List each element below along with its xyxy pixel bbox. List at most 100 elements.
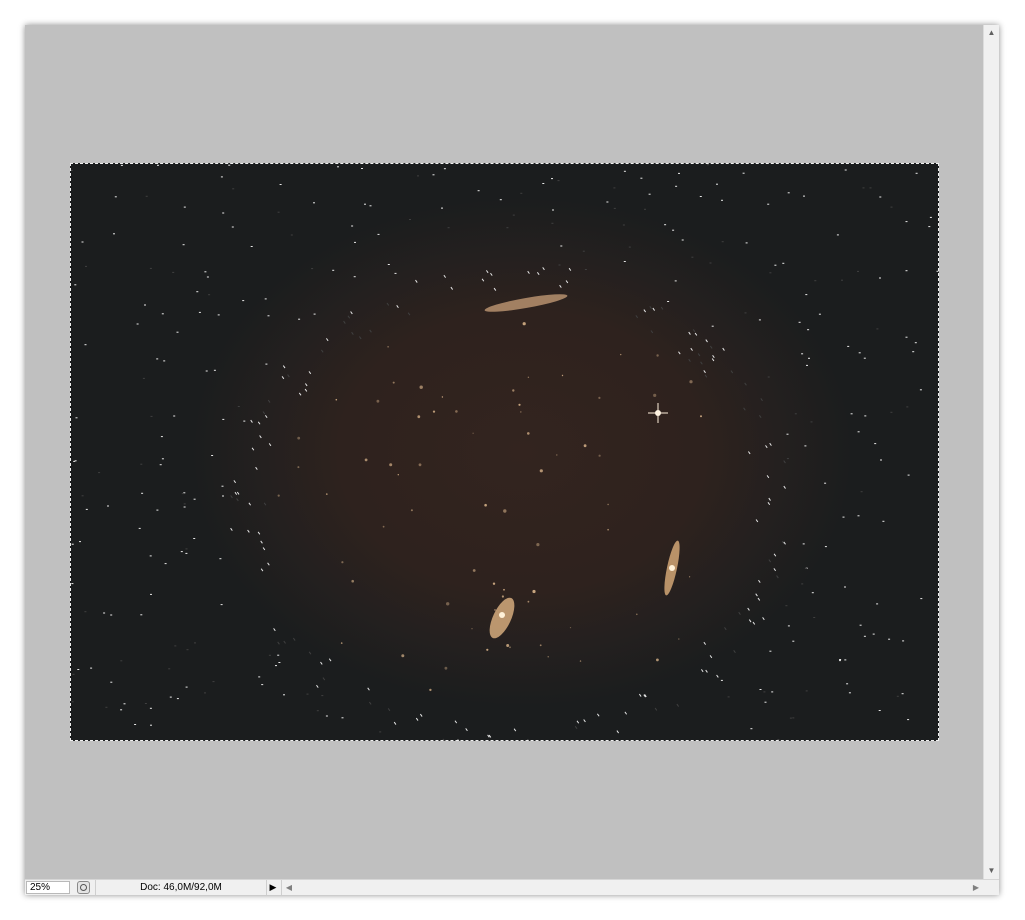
selection-speckle — [890, 206, 893, 208]
star — [656, 658, 659, 662]
zoom-level-field[interactable]: 25% — [26, 881, 70, 894]
selection-speckle — [774, 264, 777, 266]
selection-speckle — [231, 226, 234, 228]
selection-speckle — [396, 305, 399, 309]
selection-speckle — [794, 413, 797, 415]
selection-speckle — [499, 199, 502, 201]
selection-speckle — [675, 185, 678, 187]
play-triangle-icon[interactable]: ▶ — [267, 881, 279, 894]
selection-speckle — [222, 418, 225, 420]
scroll-right-arrow-icon[interactable]: ▶ — [969, 880, 983, 895]
selection-speckle — [568, 267, 572, 271]
selection-speckle — [264, 415, 268, 419]
selection-speckle — [876, 603, 879, 605]
selection-speckle — [233, 480, 237, 484]
selection-speckle — [351, 225, 354, 227]
star — [689, 576, 691, 578]
selection-speckle — [107, 505, 109, 507]
selection-speckle — [810, 421, 813, 423]
selection-speckle — [194, 642, 196, 644]
selection-speckle — [582, 250, 585, 252]
selection-speckle — [211, 455, 214, 456]
star — [410, 509, 413, 512]
star — [340, 642, 343, 644]
selection-speckle — [222, 212, 225, 214]
vertical-scrollbar[interactable]: ▲ ▼ — [983, 25, 999, 879]
selection-speckle — [748, 619, 752, 623]
star — [556, 454, 558, 456]
astro-photo[interactable] — [70, 163, 939, 741]
selection-speckle — [769, 442, 772, 446]
star — [527, 432, 530, 435]
status-bar: 25% Doc: 46,0M/92,0M ▶ ◀ ▶ — [25, 879, 999, 895]
selection-speckle — [183, 206, 186, 208]
selection-speckle — [90, 667, 93, 669]
star — [297, 466, 300, 469]
selection-speckle — [542, 183, 545, 184]
star — [607, 528, 609, 531]
document-size-info: Doc: 46,0M/92,0M — [95, 880, 267, 895]
timer-icon[interactable] — [77, 881, 90, 894]
selection-speckle — [818, 313, 821, 315]
star — [382, 525, 385, 528]
selection-speckle — [282, 365, 286, 369]
selection-speckle — [265, 363, 268, 365]
selection-speckle — [328, 658, 332, 662]
horizontal-scrollbar[interactable]: ◀ ▶ — [281, 880, 983, 895]
selection-speckle — [409, 219, 411, 220]
star — [547, 656, 549, 658]
selection-speckle — [694, 332, 698, 336]
selection-speckle — [768, 559, 772, 563]
selection-speckle — [278, 662, 281, 663]
selection-speckle — [156, 509, 159, 511]
selection-speckle — [763, 691, 766, 693]
selection-speckle — [134, 724, 137, 725]
selection-speckle — [787, 192, 790, 194]
selection-speckle — [220, 176, 223, 178]
selection-speckle — [368, 701, 372, 705]
selection-speckle — [84, 611, 87, 613]
selection-speckle — [527, 270, 530, 274]
star — [700, 415, 702, 418]
selection-speckle — [769, 272, 772, 274]
star — [376, 399, 380, 403]
selection-speckle — [920, 598, 923, 600]
selection-speckle — [176, 331, 179, 333]
scroll-up-arrow-icon[interactable]: ▲ — [984, 25, 999, 41]
selection-speckle — [804, 445, 807, 447]
selection-speckle — [493, 287, 497, 291]
selection-speckle — [805, 294, 808, 296]
selection-speckle — [394, 272, 397, 274]
selection-speckle — [576, 720, 580, 724]
selection-speckle — [161, 313, 164, 315]
selection-speckle — [660, 306, 664, 310]
selection-speckle — [711, 325, 714, 327]
star — [689, 380, 693, 384]
selection-speckle — [759, 689, 762, 690]
selection-speckle — [724, 627, 727, 631]
selection-speckle — [332, 269, 335, 271]
canvas-area[interactable] — [25, 25, 983, 879]
selection-speckle — [183, 503, 186, 505]
selection-speckle — [212, 681, 215, 683]
selection-speckle — [574, 726, 578, 730]
selection-speckle — [836, 234, 839, 236]
selection-speckle — [937, 604, 939, 606]
selection-speckle — [172, 271, 175, 273]
selection-speckle — [863, 357, 866, 359]
scroll-left-arrow-icon[interactable]: ◀ — [282, 880, 296, 895]
selection-speckle — [716, 183, 718, 185]
selection-speckle — [928, 226, 931, 228]
selection-speckle — [613, 207, 616, 209]
star — [527, 600, 530, 603]
selection-speckle — [690, 347, 693, 351]
scroll-down-arrow-icon[interactable]: ▼ — [984, 863, 999, 879]
selection-speckle — [364, 203, 366, 205]
star — [678, 638, 680, 640]
selection-speckle — [839, 660, 841, 662]
selection-speckle — [703, 370, 706, 374]
selection-speckle — [765, 445, 768, 449]
selection-speckle — [730, 370, 734, 374]
selection-speckle — [142, 377, 145, 379]
selection-speckle — [712, 355, 715, 359]
